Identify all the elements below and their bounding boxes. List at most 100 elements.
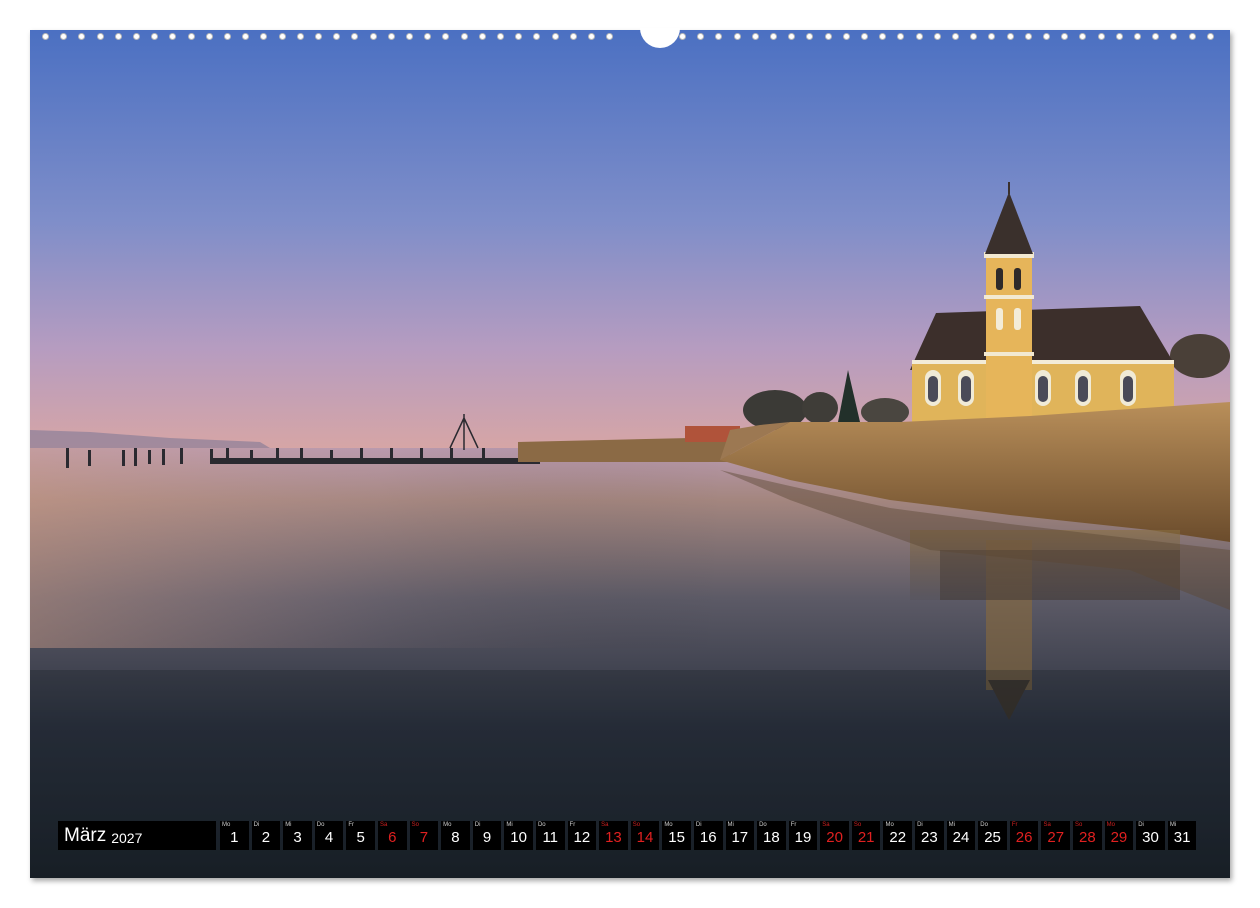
day-number: 22 [889, 829, 907, 846]
weekday-label: So [411, 822, 419, 828]
calendar-day: Fr 19 [788, 821, 818, 850]
month-name: März [64, 824, 107, 846]
binding-hole [1170, 33, 1178, 40]
binding-hole [879, 33, 887, 40]
binding-hole [478, 33, 486, 40]
weekday-label: Mo [443, 822, 452, 828]
calendar-day: Mo 8 [441, 821, 470, 850]
binding-hole [169, 33, 177, 40]
binding-hole [260, 33, 268, 40]
day-number: 18 [763, 829, 780, 846]
binding-hole [1061, 33, 1069, 40]
day-number: 27 [1047, 829, 1065, 846]
weekday-label: So [853, 822, 862, 828]
weekday-label: Fr [790, 822, 797, 828]
weekday-label: Do [316, 822, 325, 828]
binding-hole [1024, 33, 1032, 40]
day-number: 19 [794, 829, 812, 846]
day-number: 8 [451, 829, 460, 846]
weekday-label: Mo [222, 822, 231, 828]
binding-hole [387, 33, 395, 40]
calendar-photo [30, 30, 1230, 878]
binding-hole [351, 33, 359, 40]
weekday-label: Do [537, 822, 546, 828]
binding-hole [551, 33, 559, 40]
binding-hole [842, 33, 850, 40]
day-number: 10 [510, 829, 527, 846]
weekday-label: Mi [285, 822, 292, 828]
binding-hole [242, 33, 250, 40]
weekday-label: Sa [601, 822, 609, 828]
calendar-day: Mi 31 [1167, 821, 1197, 850]
binding-hole [788, 33, 796, 40]
binding-hole [806, 33, 814, 40]
binding-hole [569, 33, 577, 40]
calendar-day: So 7 [409, 821, 439, 850]
hanger-notch [640, 28, 680, 48]
binding-hole [187, 33, 195, 40]
day-number: 5 [356, 829, 365, 846]
binding-hole [770, 33, 777, 40]
calendar-day: Mo 15 [662, 821, 691, 850]
binding-hole [315, 33, 322, 40]
binding-hole [1006, 33, 1014, 40]
weekday-label: Do [759, 822, 767, 828]
weekday-label: Mo [1106, 822, 1115, 828]
calendar-day: So 14 [630, 821, 660, 850]
day-number: 9 [482, 829, 492, 846]
calendar-day: Do 11 [535, 821, 565, 850]
binding-hole [1188, 33, 1196, 40]
binding-hole [133, 33, 140, 40]
day-number: 4 [324, 829, 334, 846]
binding-hole [60, 33, 68, 40]
month-label: März 2027 [58, 821, 216, 850]
calendar-strip: März 2027 Mo 1 Di 2 Mi 3 Do 4 Fr 5 Sa 6 So 7 Mo 8 Di 9 Mi 1… [58, 821, 1199, 850]
calendar-day: So 28 [1073, 821, 1102, 850]
day-number: 15 [668, 829, 685, 846]
weekday-label: Di [1138, 822, 1144, 828]
binding-hole [824, 33, 832, 40]
weekday-label: Mi [727, 822, 734, 828]
day-number: 11 [542, 829, 559, 846]
binding-hole [78, 33, 86, 40]
day-number: 25 [984, 829, 1001, 846]
weekday-label: Di [253, 822, 260, 828]
binding-hole [406, 33, 413, 40]
weekday-label: Mi [1169, 822, 1177, 828]
binding-hole [205, 33, 213, 40]
binding-hole [970, 33, 978, 40]
binding-hole [333, 33, 341, 40]
day-number: 14 [636, 829, 654, 846]
binding-hole [1079, 33, 1087, 40]
calendar-day: So 21 [851, 821, 881, 850]
binding-hole [114, 33, 122, 40]
binding-hole [952, 33, 959, 40]
weekday-label: Mi [948, 822, 955, 828]
calendar-day: Mo 22 [883, 821, 913, 850]
day-number: 16 [699, 829, 717, 846]
weekday-label: Do [980, 822, 988, 828]
day-number: 29 [1110, 829, 1128, 846]
calendar-day: Fr 5 [346, 821, 375, 850]
weekday-label: Mi [506, 822, 513, 828]
day-number: 7 [419, 829, 429, 846]
day-number: 17 [731, 829, 749, 846]
calendar-day: Mi 10 [504, 821, 533, 850]
day-number: 31 [1173, 829, 1191, 846]
day-number: 12 [573, 829, 591, 846]
spiral-binding [30, 28, 1230, 48]
day-number: 1 [230, 829, 239, 846]
binding-hole [1043, 33, 1050, 40]
weekday-label: Sa [379, 822, 388, 828]
calendar-day: Mi 24 [946, 821, 976, 850]
binding-hole [42, 33, 49, 40]
calendar-day: Mi 17 [725, 821, 755, 850]
weekday-label: So [1075, 822, 1083, 828]
calendar-day: Do 4 [314, 821, 344, 850]
binding-hole [515, 33, 523, 40]
calendar-day: Fr 12 [567, 821, 597, 850]
binding-hole [442, 33, 450, 40]
binding-hole [915, 33, 923, 40]
day-number: 23 [921, 829, 938, 846]
binding-hole [588, 33, 595, 40]
